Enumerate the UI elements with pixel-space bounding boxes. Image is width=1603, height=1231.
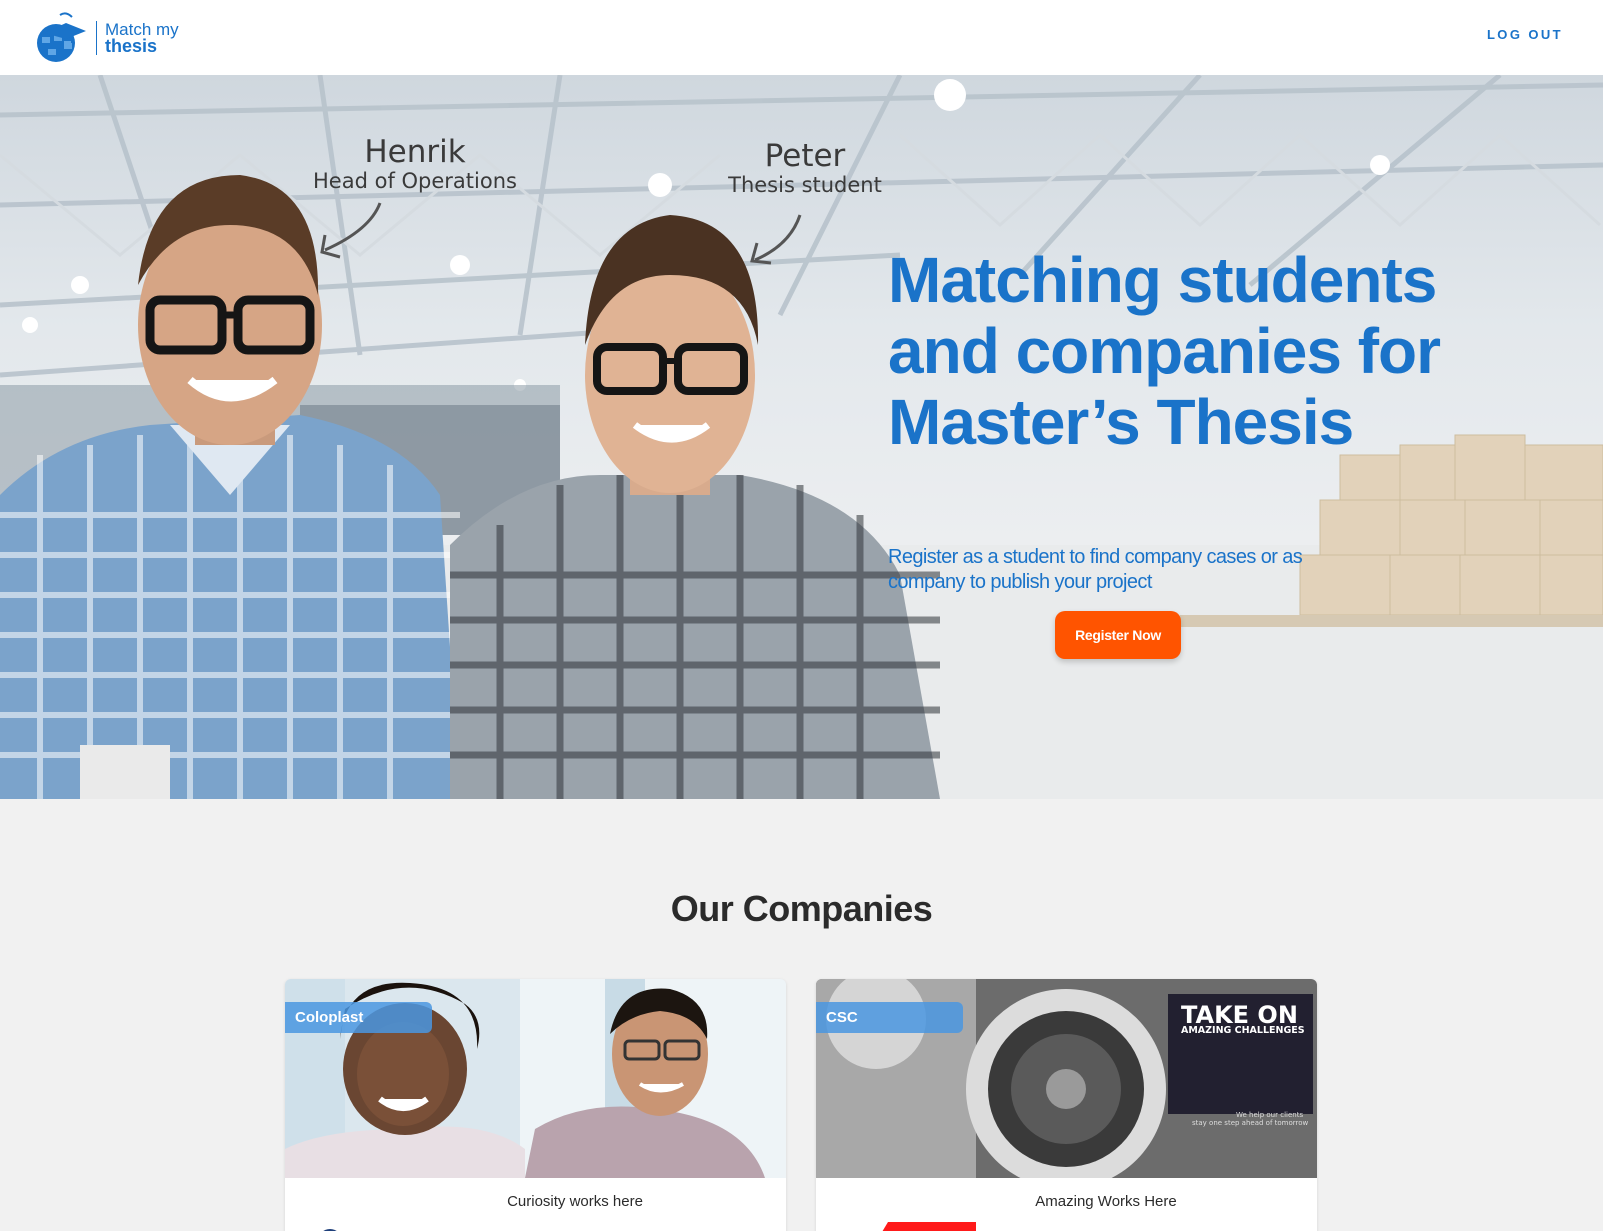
section-title: Our Companies <box>670 888 933 929</box>
company-card-csc[interactable]: TAKE ON AMAZING CHALLENGES We help our c… <box>816 979 1317 1231</box>
logo-divider <box>96 21 97 55</box>
logo-line2: thesis <box>105 36 158 56</box>
logo-wordmark: Match my thesis <box>105 21 179 55</box>
hero-banner: Henrik Head of Operations Peter Thesis s… <box>0 75 1603 799</box>
site-header: Match my thesis LOG OUT <box>0 0 1603 75</box>
hero-title: Matching students and companies for Mast… <box>888 244 1441 458</box>
annotation-henrik: Henrik Head of Operations <box>290 135 540 193</box>
person-henrik-photo <box>0 175 460 799</box>
hero-subtitle: Register as a student to find company ca… <box>888 546 1303 593</box>
logout-link[interactable]: LOG OUT <box>1487 27 1563 42</box>
csc-ad-small1: We help our clients <box>1236 1111 1303 1119</box>
company-card-coloplast[interactable]: Coloplast Curiosity works here <box>285 979 786 1231</box>
register-now-button[interactable]: Register Now <box>1055 611 1181 659</box>
person2-name: Peter <box>764 138 846 174</box>
puzzle-globe-logo-icon <box>37 12 86 62</box>
csc-logo-icon <box>882 1222 976 1231</box>
coloplast-logo-icon <box>323 1229 337 1231</box>
company-badge: CSC <box>816 1002 963 1033</box>
person1-role: Head of Operations <box>313 169 517 193</box>
company-tagline: Curiosity works here <box>507 1193 643 1210</box>
csc-ad-sub: AMAZING CHALLENGES <box>1181 1025 1305 1036</box>
company-badge: Coloplast <box>285 1002 432 1033</box>
csc-ad-small2: stay one step ahead of tomorrow <box>1192 1119 1309 1127</box>
logo[interactable]: Match my thesis <box>34 10 204 66</box>
person2-role: Thesis student <box>728 173 882 197</box>
annotation-peter: Peter Thesis student <box>700 139 910 197</box>
person1-name: Henrik <box>364 134 466 170</box>
company-tagline: Amazing Works Here <box>1035 1193 1177 1210</box>
